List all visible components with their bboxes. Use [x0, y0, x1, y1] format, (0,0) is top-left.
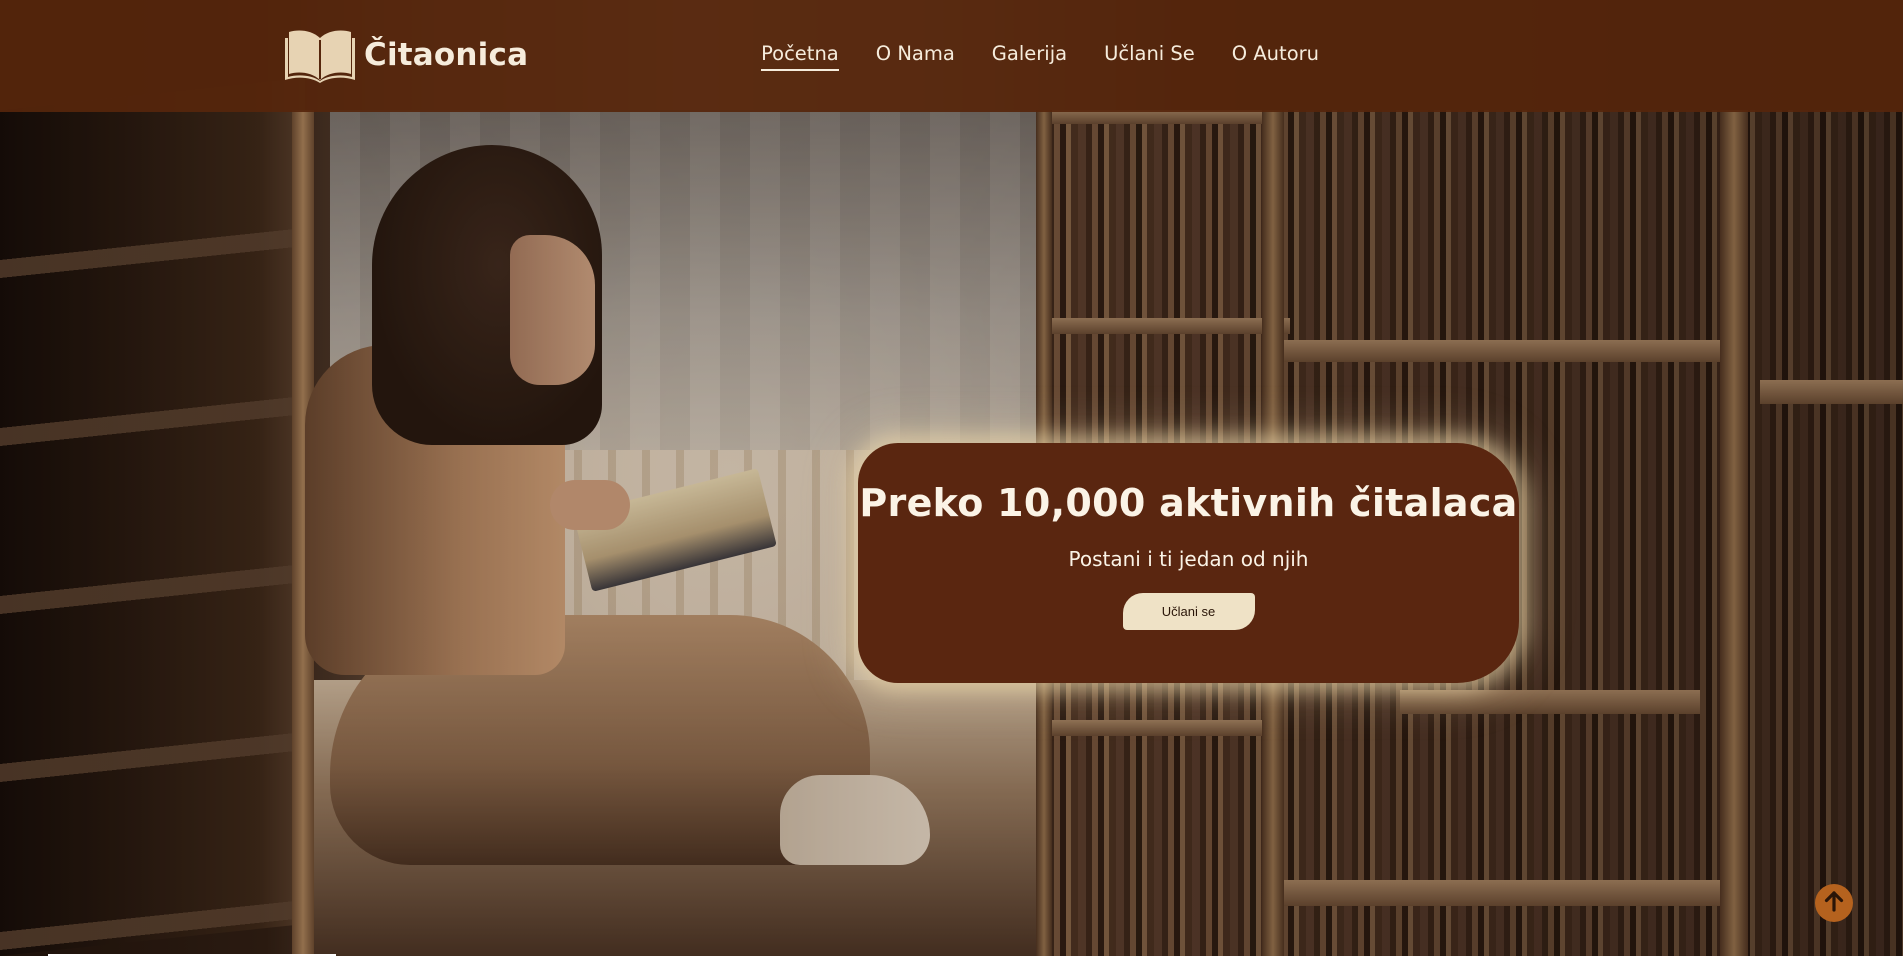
- cta-title: Preko 10,000 aktivnih čitalaca: [859, 481, 1518, 525]
- nav-link-pocetna[interactable]: Početna: [761, 42, 839, 71]
- brand-name: Čitaonica: [364, 37, 529, 73]
- nav-link-o-autoru[interactable]: O Autoru: [1232, 42, 1319, 71]
- nav-link-uclani-se[interactable]: Učlani Se: [1104, 42, 1195, 71]
- scroll-to-top-button[interactable]: [1815, 884, 1853, 922]
- nav-link-o-nama[interactable]: O Nama: [876, 42, 955, 71]
- main-nav: Početna O Nama Galerija Učlani Se O Auto…: [761, 0, 1319, 112]
- arrow-up-icon: [1823, 890, 1845, 916]
- open-book-icon: [284, 26, 356, 84]
- brand-logo-link[interactable]: Čitaonica: [284, 26, 528, 84]
- nav-link-galerija[interactable]: Galerija: [992, 42, 1067, 71]
- cta-card: Preko 10,000 aktivnih čitalaca Postani i…: [858, 443, 1519, 683]
- cta-subtitle: Postani i ti jedan od njih: [1068, 547, 1309, 571]
- join-button[interactable]: Učlani se: [1122, 593, 1255, 630]
- site-header: Čitaonica Početna O Nama Galerija Učlani…: [0, 0, 1903, 112]
